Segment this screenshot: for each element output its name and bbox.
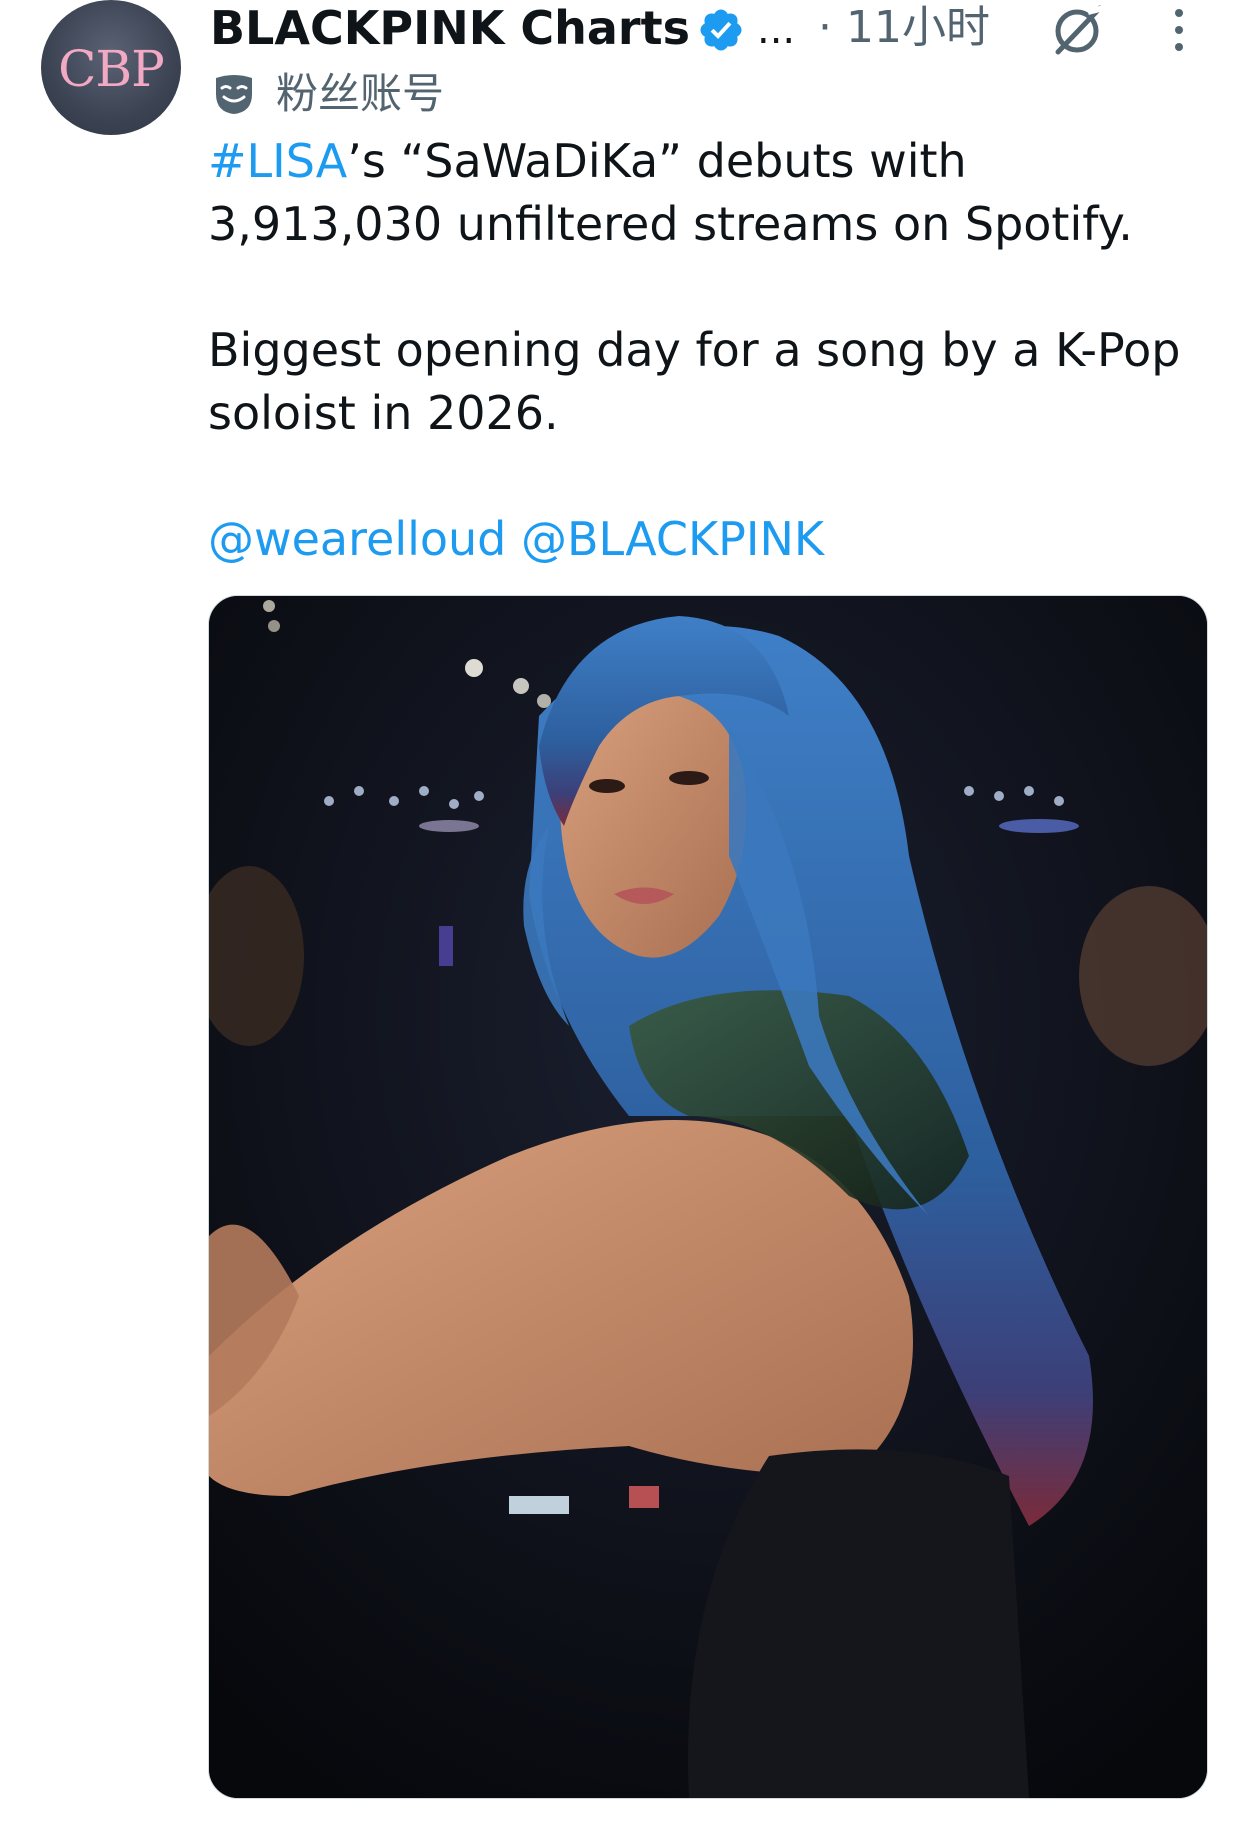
avatar[interactable]: CBP	[41, 0, 181, 135]
photo-illustration	[209, 596, 1207, 1798]
tweet-line-2: 3,913,030 unfiltered streams on Spotify.	[208, 197, 1133, 251]
verified-badge-icon	[700, 9, 742, 51]
display-name[interactable]: BLACKPINK Charts	[210, 0, 690, 56]
tweet-paragraph-2: Biggest opening day for a song by a K-Po…	[208, 323, 1181, 440]
tweet-line-1: ’s “SaWaDiKa” debuts with	[347, 134, 967, 188]
tweet-paragraph-3: @wearelloud @BLACKPINK	[208, 508, 1228, 571]
grok-icon[interactable]	[1048, 2, 1108, 58]
tweet-paragraph-1: #LISA’s “SaWaDiKa” debuts with 3,913,030 …	[208, 130, 1228, 256]
mention-link-blackpink[interactable]: @BLACKPINK	[521, 512, 824, 566]
tweet-text: #LISA’s “SaWaDiKa” debuts with 3,913,030 …	[208, 130, 1228, 571]
timestamp[interactable]: · 11小时	[818, 0, 990, 56]
name-truncation-ellipsis: ...	[757, 7, 796, 53]
hashtag-link[interactable]: #LISA	[208, 134, 347, 188]
affiliation-label: 粉丝账号	[276, 69, 445, 118]
fan-account-mask-icon	[216, 75, 252, 114]
mention-link-wearelloud[interactable]: @wearelloud	[208, 512, 506, 566]
tweet-media-photo[interactable]	[208, 595, 1208, 1799]
more-options-icon[interactable]	[1168, 5, 1190, 55]
avatar-text: CBP	[58, 39, 165, 98]
